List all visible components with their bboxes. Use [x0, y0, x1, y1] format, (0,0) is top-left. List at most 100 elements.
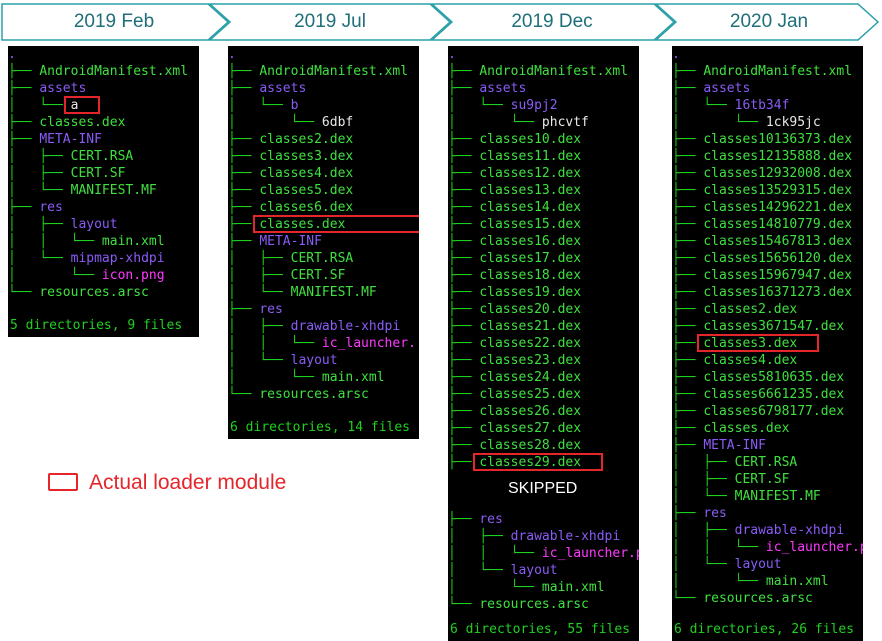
- tree-file-name: classes18.dex: [479, 268, 582, 283]
- tree-line: ├── classes2.dex: [228, 131, 353, 148]
- tree-connector: ├──: [228, 166, 260, 181]
- tree-file-name: classes20.dex: [479, 302, 582, 317]
- tree-connector: ├──: [8, 81, 40, 96]
- tree-line: │ └── su9pj2: [448, 97, 558, 114]
- tree-line: ├── assets: [8, 80, 86, 97]
- tree-line: .: [8, 46, 16, 63]
- tree-line: │ ├── drawable-xhdpi: [672, 522, 844, 539]
- tree-file-name: classes25.dex: [479, 387, 582, 402]
- tree-connector: ├──: [228, 81, 260, 96]
- tree-file-name: CERT.RSA: [70, 149, 134, 164]
- tree-line: ├── classes.dex: [672, 420, 789, 437]
- tree-dir-name: b: [290, 98, 299, 113]
- tree-connector: │ └──: [672, 98, 735, 113]
- tree-connector: ├──: [228, 64, 260, 79]
- legend-swatch: [48, 473, 78, 491]
- tree-connector: ├──: [448, 268, 480, 283]
- tree-connector: ├──: [448, 438, 480, 453]
- tree-file-name: classes.dex: [39, 115, 126, 130]
- tree-line: ├── META-INF: [228, 233, 322, 250]
- tree-file-name: classes6798177.dex: [703, 404, 845, 419]
- tree-line: ├── AndroidManifest.xml: [8, 63, 188, 80]
- tree-line: ├── classes15967947.dex: [672, 267, 852, 284]
- tree-connector: ├──: [672, 285, 704, 300]
- tree-connector: │ └──: [8, 268, 102, 283]
- tree-line: ├── META-INF: [8, 131, 102, 148]
- tree-line: ├── classes24.dex: [448, 369, 581, 386]
- tree-connector: ├──: [672, 319, 704, 334]
- tree-file-name: classes10136373.dex: [703, 132, 853, 147]
- tree-file-name: AndroidManifest.xml: [259, 64, 409, 79]
- tree-connector: ├──: [672, 64, 704, 79]
- tree-file-name: ic_launcher.p: [541, 546, 639, 561]
- tree-line: ├── classes21.dex: [448, 318, 581, 335]
- tree-line: ├── classes14.dex: [448, 199, 581, 216]
- tree-line: │ ├── CERT.RSA: [672, 454, 797, 471]
- tree-file-name: classes27.dex: [479, 421, 582, 436]
- tree-connector: ├──: [448, 319, 480, 334]
- tree-line: │ └── MANIFEST.MF: [228, 284, 377, 301]
- tree-file-name: classes15656120.dex: [703, 251, 853, 266]
- tree-line: │ └── phcvtf: [448, 114, 589, 131]
- tree-dir-name: .: [672, 47, 680, 62]
- tree-connector: ├──: [448, 404, 480, 419]
- tree-dir-name: drawable-xhdpi: [510, 529, 621, 544]
- tree-connector: ├──: [672, 370, 704, 385]
- tree-dir-name: su9pj2: [510, 98, 558, 113]
- tree-line: ├── classes12932008.dex: [672, 165, 852, 182]
- tree-connector: │ ├──: [228, 251, 291, 266]
- tree-file-name: classes2.dex: [703, 302, 798, 317]
- tree-connector: ├──: [672, 506, 704, 521]
- tree-connector: ├──: [672, 387, 704, 402]
- tree-line: ├── res: [672, 505, 727, 522]
- tree-line: │ └── layout: [228, 352, 338, 369]
- tree-line: └── resources.arsc: [228, 386, 369, 403]
- tree-file-name: CERT.RSA: [734, 455, 798, 470]
- tree-connector: ├──: [672, 353, 704, 368]
- tree-file-name: classes15467813.dex: [703, 234, 853, 249]
- tree-line: ├── AndroidManifest.xml: [448, 63, 628, 80]
- tree-connector: ├──: [448, 302, 480, 317]
- tree-connector: ├──: [448, 64, 480, 79]
- loader-module-highlight: [253, 215, 419, 233]
- tree-file-name: classes15967947.dex: [703, 268, 853, 283]
- tree-connector: │ └──: [672, 115, 766, 130]
- tree-connector: └──: [228, 387, 260, 402]
- tree-connector: │ └──: [448, 115, 542, 130]
- tree-line: ├── classes22.dex: [448, 335, 581, 352]
- tree-dir-name: layout: [70, 217, 118, 232]
- tree-line: │ └── 6dbf: [228, 114, 353, 131]
- tree-line: └── resources.arsc: [8, 284, 149, 301]
- tree-connector: ├──: [448, 387, 480, 402]
- timeline-step-4: 2020 Jan: [729, 11, 809, 32]
- tree-file-name: classes17.dex: [479, 251, 582, 266]
- tree-summary: 6 directories, 14 files: [230, 420, 411, 435]
- tree-file-name: CERT.SF: [290, 268, 346, 283]
- tree-dir-name: 16tb34f: [734, 98, 790, 113]
- tree-connector: │ └──: [228, 285, 291, 300]
- tree-connector: │ └──: [448, 580, 542, 595]
- tree-line: ├── classes13529315.dex: [672, 182, 852, 199]
- tree-line: ├── META-INF: [672, 437, 766, 454]
- tree-connector: ├──: [672, 200, 704, 215]
- tree-file-name: main.xml: [765, 574, 829, 589]
- tree-line: │ │ └── main.xml: [8, 233, 165, 250]
- tree-connector: ├──: [448, 336, 480, 351]
- tree-line: │ ├── CERT.SF: [8, 165, 125, 182]
- tree-line: ├── classes20.dex: [448, 301, 581, 318]
- tree-file-name: CERT.RSA: [290, 251, 354, 266]
- tree-connector: ├──: [448, 251, 480, 266]
- tree-line: │ └── main.xml: [672, 573, 829, 590]
- tree-connector: ├──: [228, 200, 260, 215]
- tree-connector: └──: [448, 597, 480, 612]
- timeline-step-3: 2019 Dec: [511, 11, 593, 32]
- tree-connector: ├──: [8, 115, 40, 130]
- tree-line: │ └── layout: [672, 556, 782, 573]
- tree-dir-name: assets: [259, 81, 307, 96]
- tree-file-name: classes3.dex: [259, 149, 354, 164]
- tree-summary: 5 directories, 9 files: [10, 318, 183, 333]
- tree-connector: ├──: [228, 149, 260, 164]
- tree-line: │ └── MANIFEST.MF: [672, 488, 821, 505]
- tree-connector: ├──: [672, 81, 704, 96]
- tree-file-name: ic_launcher.: [321, 336, 416, 351]
